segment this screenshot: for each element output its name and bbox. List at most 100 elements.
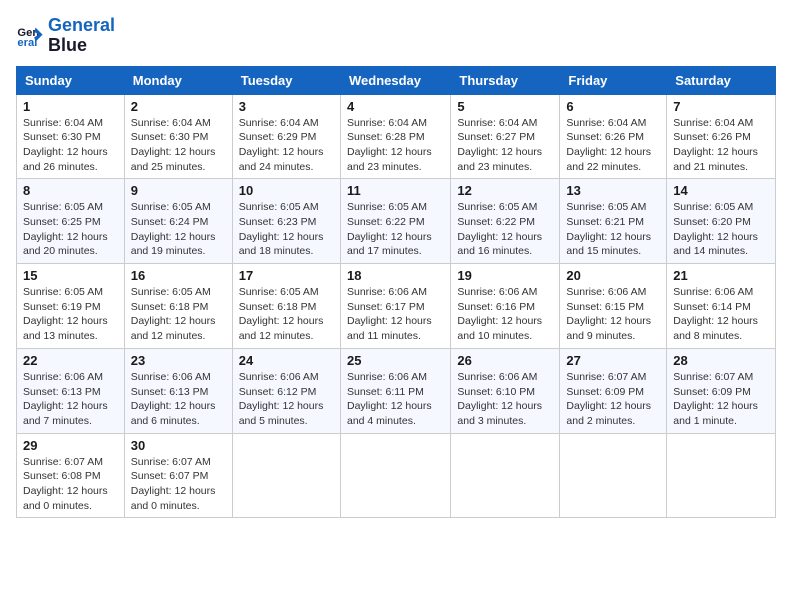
- day-info: Sunrise: 6:06 AMSunset: 6:17 PMDaylight:…: [347, 285, 444, 344]
- calendar-day-cell: 29 Sunrise: 6:07 AMSunset: 6:08 PMDayligh…: [17, 433, 125, 518]
- day-info: Sunrise: 6:06 AMSunset: 6:14 PMDaylight:…: [673, 285, 769, 344]
- calendar-day-cell: 5 Sunrise: 6:04 AMSunset: 6:27 PMDaylight…: [451, 94, 560, 179]
- calendar-day-cell: [232, 433, 340, 518]
- day-number: 27: [566, 353, 660, 368]
- day-info: Sunrise: 6:06 AMSunset: 6:12 PMDaylight:…: [239, 370, 334, 429]
- calendar-day-cell: 10 Sunrise: 6:05 AMSunset: 6:23 PMDayligh…: [232, 179, 340, 264]
- day-number: 18: [347, 268, 444, 283]
- calendar-day-cell: 12Sunrise: 6:05 AMSunset: 6:22 PMDayligh…: [451, 179, 560, 264]
- weekday-header-cell: Saturday: [667, 66, 776, 94]
- day-info: Sunrise: 6:05 AMSunset: 6:23 PMDaylight:…: [239, 200, 334, 259]
- logo-line1: General: [48, 16, 115, 36]
- calendar-day-cell: 22 Sunrise: 6:06 AMSunset: 6:13 PMDayligh…: [17, 348, 125, 433]
- day-number: 8: [23, 183, 118, 198]
- calendar-day-cell: 27 Sunrise: 6:07 AMSunset: 6:09 PMDayligh…: [560, 348, 667, 433]
- day-number: 25: [347, 353, 444, 368]
- calendar-day-cell: 21 Sunrise: 6:06 AMSunset: 6:14 PMDayligh…: [667, 264, 776, 349]
- calendar-body: 1 Sunrise: 6:04 AMSunset: 6:30 PMDaylight…: [17, 94, 776, 518]
- calendar-day-cell: 20 Sunrise: 6:06 AMSunset: 6:15 PMDayligh…: [560, 264, 667, 349]
- calendar-day-cell: 28 Sunrise: 6:07 AMSunset: 6:09 PMDayligh…: [667, 348, 776, 433]
- logo-line2: Blue: [48, 36, 115, 56]
- calendar-day-cell: 16 Sunrise: 6:05 AMSunset: 6:18 PMDayligh…: [124, 264, 232, 349]
- day-number: 29: [23, 438, 118, 453]
- day-number: 20: [566, 268, 660, 283]
- calendar-day-cell: [340, 433, 450, 518]
- day-info: Sunrise: 6:07 AMSunset: 6:07 PMDaylight:…: [131, 455, 226, 514]
- day-info: Sunrise: 6:05 AMSunset: 6:24 PMDaylight:…: [131, 200, 226, 259]
- weekday-header-cell: Friday: [560, 66, 667, 94]
- calendar-week-row: 1 Sunrise: 6:04 AMSunset: 6:30 PMDaylight…: [17, 94, 776, 179]
- calendar-day-cell: 7 Sunrise: 6:04 AMSunset: 6:26 PMDaylight…: [667, 94, 776, 179]
- day-number: 23: [131, 353, 226, 368]
- day-number: 24: [239, 353, 334, 368]
- day-info: Sunrise: 6:04 AMSunset: 6:30 PMDaylight:…: [23, 116, 118, 175]
- day-number: 1: [23, 99, 118, 114]
- day-info: Sunrise: 6:05 AMSunset: 6:25 PMDaylight:…: [23, 200, 118, 259]
- day-info: Sunrise: 6:06 AMSunset: 6:15 PMDaylight:…: [566, 285, 660, 344]
- day-info: Sunrise: 6:04 AMSunset: 6:29 PMDaylight:…: [239, 116, 334, 175]
- calendar-day-cell: 1 Sunrise: 6:04 AMSunset: 6:30 PMDaylight…: [17, 94, 125, 179]
- calendar-day-cell: 6 Sunrise: 6:04 AMSunset: 6:26 PMDaylight…: [560, 94, 667, 179]
- calendar-day-cell: 26Sunrise: 6:06 AMSunset: 6:10 PMDayligh…: [451, 348, 560, 433]
- day-number: 30: [131, 438, 226, 453]
- calendar-day-cell: [451, 433, 560, 518]
- day-info: Sunrise: 6:04 AMSunset: 6:26 PMDaylight:…: [566, 116, 660, 175]
- day-number: 16: [131, 268, 226, 283]
- day-number: 7: [673, 99, 769, 114]
- calendar-day-cell: 15 Sunrise: 6:05 AMSunset: 6:19 PMDayligh…: [17, 264, 125, 349]
- page-header: Gen eral General Blue: [16, 16, 776, 56]
- day-number: 13: [566, 183, 660, 198]
- day-number: 5: [457, 99, 553, 114]
- day-info: Sunrise: 6:07 AMSunset: 6:08 PMDaylight:…: [23, 455, 118, 514]
- day-number: 10: [239, 183, 334, 198]
- weekday-header-cell: Wednesday: [340, 66, 450, 94]
- calendar-week-row: 29 Sunrise: 6:07 AMSunset: 6:08 PMDayligh…: [17, 433, 776, 518]
- weekday-header-row: SundayMondayTuesdayWednesdayThursdayFrid…: [17, 66, 776, 94]
- day-number: 17: [239, 268, 334, 283]
- day-info: Sunrise: 6:06 AMSunset: 6:13 PMDaylight:…: [131, 370, 226, 429]
- calendar-day-cell: 14Sunrise: 6:05 AMSunset: 6:20 PMDayligh…: [667, 179, 776, 264]
- day-info: Sunrise: 6:05 AMSunset: 6:18 PMDaylight:…: [239, 285, 334, 344]
- calendar-day-cell: 2Sunrise: 6:04 AMSunset: 6:30 PMDaylight…: [124, 94, 232, 179]
- logo: Gen eral General Blue: [16, 16, 115, 56]
- calendar-day-cell: 9 Sunrise: 6:05 AMSunset: 6:24 PMDaylight…: [124, 179, 232, 264]
- day-info: Sunrise: 6:04 AMSunset: 6:26 PMDaylight:…: [673, 116, 769, 175]
- calendar-day-cell: 4 Sunrise: 6:04 AMSunset: 6:28 PMDaylight…: [340, 94, 450, 179]
- day-info: Sunrise: 6:04 AMSunset: 6:27 PMDaylight:…: [457, 116, 553, 175]
- day-info: Sunrise: 6:06 AMSunset: 6:10 PMDaylight:…: [457, 370, 553, 429]
- calendar-day-cell: 23 Sunrise: 6:06 AMSunset: 6:13 PMDayligh…: [124, 348, 232, 433]
- weekday-header-cell: Tuesday: [232, 66, 340, 94]
- day-number: 22: [23, 353, 118, 368]
- calendar-day-cell: 19 Sunrise: 6:06 AMSunset: 6:16 PMDayligh…: [451, 264, 560, 349]
- svg-text:eral: eral: [17, 37, 37, 49]
- day-number: 19: [457, 268, 553, 283]
- day-info: Sunrise: 6:04 AMSunset: 6:28 PMDaylight:…: [347, 116, 444, 175]
- day-info: Sunrise: 6:07 AMSunset: 6:09 PMDaylight:…: [566, 370, 660, 429]
- day-info: Sunrise: 6:06 AMSunset: 6:11 PMDaylight:…: [347, 370, 444, 429]
- day-number: 15: [23, 268, 118, 283]
- day-number: 28: [673, 353, 769, 368]
- day-number: 11: [347, 183, 444, 198]
- day-number: 6: [566, 99, 660, 114]
- day-info: Sunrise: 6:06 AMSunset: 6:16 PMDaylight:…: [457, 285, 553, 344]
- calendar-day-cell: 13Sunrise: 6:05 AMSunset: 6:21 PMDayligh…: [560, 179, 667, 264]
- calendar-week-row: 8 Sunrise: 6:05 AMSunset: 6:25 PMDaylight…: [17, 179, 776, 264]
- day-info: Sunrise: 6:05 AMSunset: 6:20 PMDaylight:…: [673, 200, 769, 259]
- day-number: 4: [347, 99, 444, 114]
- logo-icon: Gen eral: [16, 22, 44, 50]
- day-info: Sunrise: 6:07 AMSunset: 6:09 PMDaylight:…: [673, 370, 769, 429]
- day-info: Sunrise: 6:05 AMSunset: 6:18 PMDaylight:…: [131, 285, 226, 344]
- calendar-table: SundayMondayTuesdayWednesdayThursdayFrid…: [16, 66, 776, 519]
- calendar-day-cell: 30 Sunrise: 6:07 AMSunset: 6:07 PMDayligh…: [124, 433, 232, 518]
- calendar-day-cell: 3Sunrise: 6:04 AMSunset: 6:29 PMDaylight…: [232, 94, 340, 179]
- day-info: Sunrise: 6:06 AMSunset: 6:13 PMDaylight:…: [23, 370, 118, 429]
- day-info: Sunrise: 6:05 AMSunset: 6:22 PMDaylight:…: [347, 200, 444, 259]
- day-info: Sunrise: 6:05 AMSunset: 6:19 PMDaylight:…: [23, 285, 118, 344]
- day-number: 21: [673, 268, 769, 283]
- day-number: 12: [457, 183, 553, 198]
- calendar-day-cell: 25 Sunrise: 6:06 AMSunset: 6:11 PMDayligh…: [340, 348, 450, 433]
- calendar-day-cell: 17 Sunrise: 6:05 AMSunset: 6:18 PMDayligh…: [232, 264, 340, 349]
- weekday-header-cell: Monday: [124, 66, 232, 94]
- day-number: 9: [131, 183, 226, 198]
- weekday-header-cell: Thursday: [451, 66, 560, 94]
